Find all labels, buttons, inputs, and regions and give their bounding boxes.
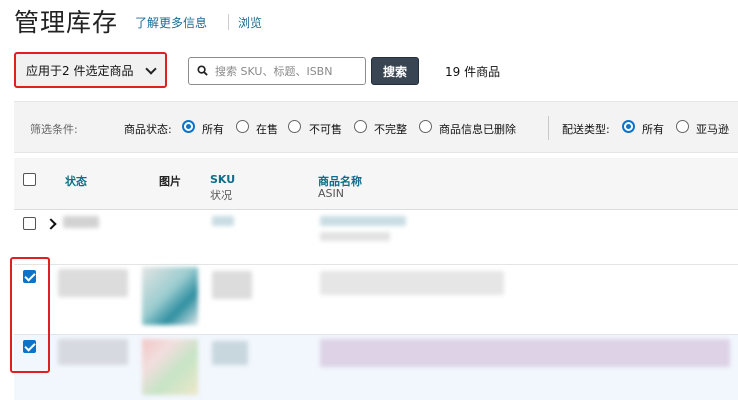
redacted-status bbox=[63, 216, 99, 228]
column-header-status[interactable]: 状态 bbox=[65, 173, 87, 189]
redacted-sku bbox=[212, 216, 234, 226]
radio-fulfillment-all[interactable] bbox=[622, 120, 635, 133]
search-button[interactable]: 搜索 bbox=[371, 57, 419, 85]
radio-status-deleted-label: 商品信息已删除 bbox=[439, 123, 516, 136]
column-header-condition: 状况 bbox=[210, 189, 232, 202]
redacted-title bbox=[320, 216, 406, 226]
radio-status-all-label: 所有 bbox=[202, 123, 224, 136]
radio-status-deleted[interactable] bbox=[419, 120, 432, 133]
radio-status-active[interactable] bbox=[236, 120, 249, 133]
chevron-right-icon[interactable] bbox=[45, 218, 57, 230]
browse-link[interactable]: 浏览 bbox=[238, 14, 262, 31]
redacted-status bbox=[58, 339, 128, 365]
bulk-action-dropdown[interactable]: 应用于2 件选定商品 bbox=[14, 52, 167, 88]
filter-divider bbox=[548, 116, 549, 140]
redacted-sku bbox=[212, 341, 248, 365]
redacted-sku bbox=[212, 271, 252, 299]
filter-bar: 筛选条件: 商品状态: 所有 在售 不可售 不完整 商品信息已删除 配送类型: … bbox=[14, 101, 738, 153]
selection-highlight bbox=[10, 257, 50, 373]
table-row bbox=[14, 335, 738, 400]
radio-status-incomplete[interactable] bbox=[354, 120, 367, 133]
radio-status-incomplete-label: 不完整 bbox=[374, 123, 407, 136]
redacted-title bbox=[320, 339, 730, 367]
search-placeholder: 搜索 SKU、标题、ISBN bbox=[215, 65, 333, 78]
radio-fulfillment-all-label: 所有 bbox=[642, 123, 664, 136]
bulk-action-label: 应用于2 件选定商品 bbox=[26, 63, 134, 78]
table-header: 状态 图片 SKU 状况 商品名称 ASIN bbox=[14, 158, 738, 210]
redacted-asin bbox=[320, 232, 390, 241]
radio-status-inactive[interactable] bbox=[288, 120, 301, 133]
column-header-image: 图片 bbox=[159, 175, 181, 188]
fulfillment-label: 配送类型: bbox=[562, 123, 610, 136]
product-status-label: 商品状态: bbox=[124, 123, 172, 136]
select-all-checkbox[interactable] bbox=[23, 173, 36, 186]
table-row bbox=[14, 210, 738, 265]
learn-more-link[interactable]: 了解更多信息 bbox=[135, 14, 207, 31]
page-title: 管理库存 bbox=[14, 8, 119, 37]
radio-status-all[interactable] bbox=[182, 120, 195, 133]
radio-status-active-label: 在售 bbox=[256, 123, 278, 136]
radio-fulfillment-amazon[interactable] bbox=[676, 120, 689, 133]
radio-fulfillment-amazon-label: 亚马逊 bbox=[696, 123, 729, 136]
column-header-sku[interactable]: SKU bbox=[210, 173, 235, 186]
table-row bbox=[14, 265, 738, 335]
row-checkbox[interactable] bbox=[23, 217, 36, 230]
redacted-title bbox=[320, 271, 504, 295]
product-image bbox=[142, 339, 198, 395]
title-divider bbox=[228, 14, 229, 30]
column-header-asin: ASIN bbox=[318, 187, 344, 200]
search-icon bbox=[197, 65, 208, 76]
search-input[interactable]: 搜索 SKU、标题、ISBN bbox=[188, 57, 366, 85]
redacted-status bbox=[58, 269, 128, 297]
radio-status-inactive-label: 不可售 bbox=[309, 123, 342, 136]
product-image bbox=[142, 267, 198, 325]
item-count: 19 件商品 bbox=[445, 65, 501, 79]
filter-label: 筛选条件: bbox=[30, 123, 78, 136]
chevron-down-icon bbox=[145, 63, 157, 75]
